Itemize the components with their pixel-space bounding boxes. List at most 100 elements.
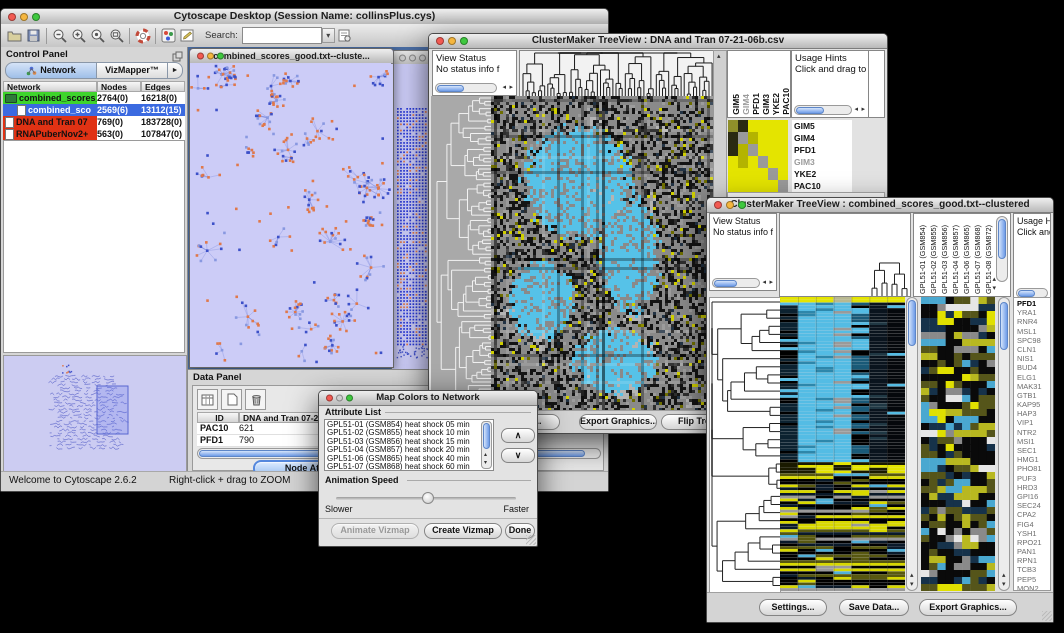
zoom-row-label[interactable]: PAC10 xyxy=(792,180,852,192)
slider-thumb[interactable] xyxy=(422,492,434,504)
zoom-heatmap-canvas[interactable] xyxy=(921,297,995,591)
heatmap-cell[interactable] xyxy=(748,156,758,168)
gene-label[interactable]: PHO81 xyxy=(1017,464,1050,473)
tab-network[interactable]: Network xyxy=(5,62,97,79)
network-overview-canvas[interactable] xyxy=(3,355,187,473)
scroll-up-icon[interactable]: ▴ xyxy=(910,571,914,580)
zoom-column-label[interactable]: PFD1 xyxy=(751,93,761,115)
heatmap-cell[interactable] xyxy=(728,168,738,180)
heatmap-cell[interactable] xyxy=(728,144,738,156)
heatmap-cell[interactable] xyxy=(768,180,778,192)
column-label[interactable]: GPL51-02 (GSM855) xyxy=(929,225,938,294)
animate-vizmap-button[interactable]: Animate Vizmap xyxy=(331,523,419,539)
heatmap-cell[interactable] xyxy=(748,132,758,144)
zoom-fit-icon[interactable] xyxy=(107,26,126,45)
column-label[interactable]: GPL51-03 (GSM856) xyxy=(940,225,949,294)
close-icon[interactable] xyxy=(197,53,204,60)
heatmap-cell[interactable] xyxy=(728,180,738,192)
heatmap-cell[interactable] xyxy=(758,144,768,156)
gene-label[interactable]: PEP5 xyxy=(1017,575,1050,584)
gene-label[interactable]: CPA2 xyxy=(1017,510,1050,519)
heatmap-cell[interactable] xyxy=(728,132,738,144)
heatmap-cell[interactable] xyxy=(728,120,738,132)
gene-label[interactable]: RPN1 xyxy=(1017,556,1050,565)
treeview2-button-export-graphics-[interactable]: Export Graphics... xyxy=(919,599,1017,616)
row-dendrogram-canvas[interactable] xyxy=(431,96,491,411)
treeview2-button-settings-[interactable]: Settings... xyxy=(759,599,827,616)
heatmap-cell[interactable] xyxy=(778,120,788,132)
vizmapper-icon[interactable] xyxy=(159,26,178,45)
open-file-icon[interactable] xyxy=(5,26,24,45)
column-label[interactable]: GPL51-07 (GSM868) xyxy=(973,225,982,294)
treeview1-button-export-graphics-[interactable]: Export Graphics... xyxy=(579,414,657,430)
column-header[interactable]: Nodes xyxy=(97,81,141,92)
gene-label[interactable]: KAP95 xyxy=(1017,400,1050,409)
create-vizmap-button[interactable]: Create Vizmap xyxy=(424,523,502,539)
title-bar[interactable]: Map Colors to Network xyxy=(319,391,537,406)
view-status-hscrollbar[interactable] xyxy=(712,278,760,288)
title-bar[interactable]: combined_scores_good.txt--cluste... xyxy=(190,49,393,64)
zoom-selected-icon[interactable] xyxy=(88,26,107,45)
heatmap-cell[interactable] xyxy=(738,132,748,144)
column-label[interactable]: GPL51-06 (GSM865) xyxy=(962,225,971,294)
global-heatmap-canvas[interactable] xyxy=(491,96,713,411)
zoom-window-icon[interactable] xyxy=(346,395,353,402)
view-status-hscrollbar[interactable] xyxy=(435,83,497,93)
global-vscrollbar[interactable]: ▴ ▾ xyxy=(906,297,918,591)
zoom-vscrollbar[interactable]: ▴ ▾ xyxy=(998,297,1010,591)
minimize-icon[interactable] xyxy=(409,54,416,61)
scroll-right-icon[interactable]: ▸ xyxy=(861,105,865,114)
scrollbar-thumb[interactable] xyxy=(998,219,1006,259)
zoom-window-icon[interactable] xyxy=(217,53,224,60)
tab-overflow-arrow-icon[interactable]: ► xyxy=(168,62,183,79)
heatmap-cell[interactable] xyxy=(748,144,758,156)
heatmap-cell[interactable] xyxy=(728,156,738,168)
network-row[interactable]: combined_scores_2764(0)16218(0) xyxy=(3,92,185,104)
gene-label[interactable]: NTR2 xyxy=(1017,428,1050,437)
scroll-up-icon[interactable]: ▴ xyxy=(717,52,721,61)
gene-label[interactable]: MAK31 xyxy=(1017,382,1050,391)
gene-label[interactable]: HMG1 xyxy=(1017,455,1050,464)
zoom-heatmap-matrix[interactable] xyxy=(728,120,788,192)
close-icon[interactable] xyxy=(436,37,444,45)
search-input[interactable] xyxy=(242,27,322,44)
scroll-up-icon[interactable]: ▴ xyxy=(992,275,996,284)
scrollbar-thumb[interactable] xyxy=(908,300,916,346)
gene-label[interactable]: MON2 xyxy=(1017,584,1050,591)
scroll-down-icon[interactable]: ▾ xyxy=(1002,580,1006,589)
heatmap-cell[interactable] xyxy=(738,156,748,168)
heatmap-cell[interactable] xyxy=(758,168,768,180)
zoom-in-icon[interactable] xyxy=(69,26,88,45)
resize-grip[interactable] xyxy=(526,535,536,545)
move-down-button[interactable]: ∨ xyxy=(501,448,535,463)
gene-label[interactable]: ELG1 xyxy=(1017,373,1050,382)
network-view-canvas-1[interactable] xyxy=(190,63,391,366)
column-labels-vscrollbar[interactable] xyxy=(996,216,1008,282)
gene-label[interactable]: PAN1 xyxy=(1017,547,1050,556)
scroll-down-icon[interactable]: ▾ xyxy=(910,580,914,589)
gene-label[interactable]: RPO21 xyxy=(1017,538,1050,547)
column-label[interactable]: GPL51-01 (GSM854) xyxy=(918,225,927,294)
heatmap-cell[interactable] xyxy=(738,144,748,156)
search-dropdown-icon[interactable]: ▾ xyxy=(322,28,335,43)
attribute-list-vscrollbar[interactable]: ▴ ▾ xyxy=(481,421,492,469)
scrollbar-thumb[interactable] xyxy=(1000,302,1008,350)
zoom-row-label[interactable]: YKE2 xyxy=(792,168,852,180)
minimize-icon[interactable] xyxy=(207,53,214,60)
zoom-column-label[interactable]: YKE2 xyxy=(771,93,781,115)
heatmap-cell[interactable] xyxy=(778,144,788,156)
new-attribute-icon[interactable] xyxy=(221,389,242,410)
minimize-icon[interactable] xyxy=(726,201,734,209)
heatmap-cell[interactable] xyxy=(778,156,788,168)
zoom-window-icon[interactable] xyxy=(460,37,468,45)
gene-label[interactable]: SEC1 xyxy=(1017,446,1050,455)
gene-label[interactable]: HAP3 xyxy=(1017,409,1050,418)
scrollbar-thumb[interactable] xyxy=(1018,290,1035,297)
heatmap-cell[interactable] xyxy=(768,168,778,180)
gene-label[interactable]: CLN1 xyxy=(1017,345,1050,354)
gene-label[interactable]: VIP1 xyxy=(1017,418,1050,427)
heatmap-cell[interactable] xyxy=(768,144,778,156)
heatmap-cell[interactable] xyxy=(758,156,768,168)
minimize-icon[interactable] xyxy=(336,395,343,402)
zoom-out-icon[interactable] xyxy=(50,26,69,45)
